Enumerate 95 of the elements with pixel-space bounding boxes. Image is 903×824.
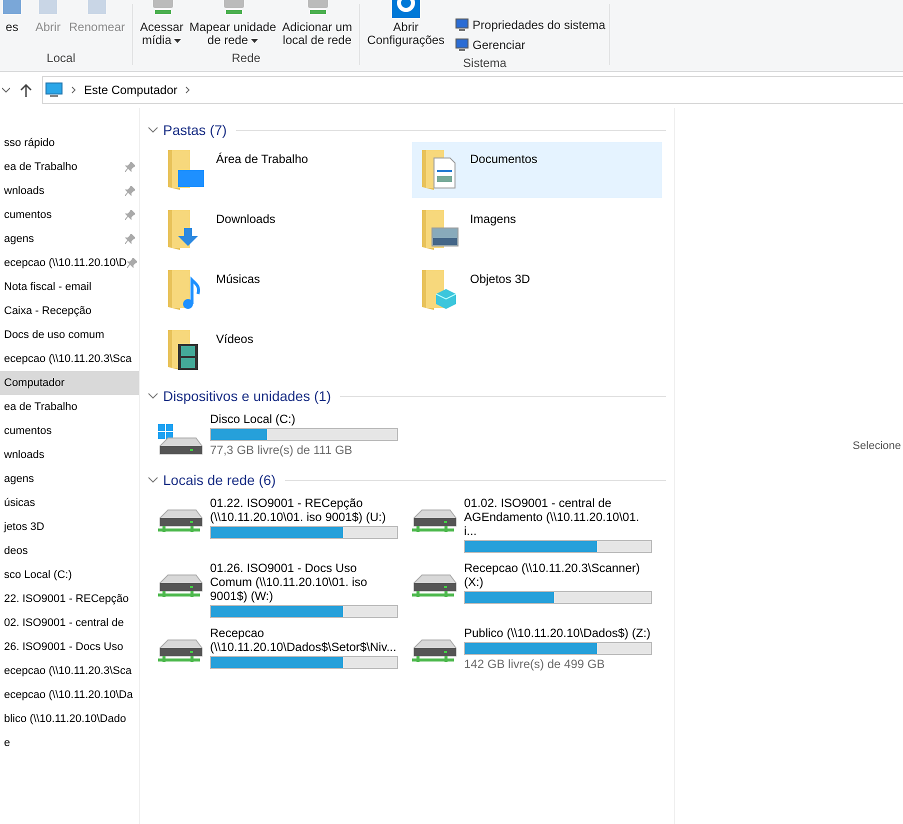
nav-item[interactable]: ecepcao (\\10.11.20.10\D — [0, 251, 139, 275]
ribbon-button[interactable]: Abrir Configurações — [364, 0, 448, 47]
nav-item[interactable]: Nota fiscal - email — [0, 275, 139, 299]
nav-item[interactable]: blico (\\10.11.20.10\Dado — [0, 707, 139, 731]
free-space-text: 142 GB livre(s) de 499 GB — [464, 657, 606, 671]
nav-item[interactable]: ea de Trabalho — [0, 395, 139, 419]
ribbon-button[interactable]: Adicionar um local de rede — [279, 0, 356, 47]
drive-tile[interactable]: Publico (\\10.11.20.10\Dados$) (Z:) 142 GB livre(s) de 499 GB — [412, 622, 662, 678]
network-drive-icon — [412, 508, 458, 534]
pin-icon — [125, 186, 135, 196]
folder-name: Área de Trabalho — [216, 152, 308, 166]
drive-name: Recepcao (\\10.11.20.3\Scanner) (X:) — [464, 561, 641, 589]
nav-item[interactable]: e — [0, 731, 139, 755]
ribbon-button[interactable]: Acessar mídia — [137, 0, 186, 47]
folder-tile[interactable]: Área de Trabalho — [158, 142, 412, 198]
nav-item[interactable]: ecepcao (\\10.11.20.10\Da — [0, 683, 139, 707]
monitor-icon — [454, 18, 470, 32]
section-title[interactable]: Pastas (7) — [163, 122, 227, 138]
nav-item[interactable]: sso rápido — [0, 131, 139, 155]
network-drive-icon — [158, 573, 204, 599]
ribbon-group-label: Local — [46, 51, 76, 65]
nav-item[interactable]: deos — [0, 539, 139, 563]
network-drive-icon — [412, 638, 458, 664]
drive-tile[interactable]: 01.02. ISO9001 - central de AGEndamento (\\10.11.20.10\01. i... — [412, 492, 662, 555]
nav-item[interactable]: sco Local (C:) — [0, 563, 139, 587]
drive-tile[interactable]: Disco Local (C:) 77,3 GB livre(s) de 111 GB — [158, 408, 412, 464]
section-title[interactable]: Locais de rede (6) — [163, 472, 276, 488]
drive-tile[interactable]: 01.22. ISO9001 - RECepção (\\10.11.20.10\01. iso 9001$) (U:) — [158, 492, 412, 555]
breadcrumb[interactable]: Este Computador — [84, 83, 178, 97]
nav-item[interactable]: jetos 3D — [0, 515, 139, 539]
chevron-right-icon — [71, 86, 76, 94]
address-bar[interactable]: Este Computador — [42, 76, 903, 104]
folder-tile[interactable]: Vídeos — [158, 322, 412, 378]
network-drive-icon — [158, 638, 204, 664]
monitor-icon — [454, 38, 470, 52]
folder-tile[interactable]: Objetos 3D — [412, 262, 662, 318]
chevron-down-icon[interactable] — [148, 477, 158, 483]
folder-tile[interactable]: Documentos — [412, 142, 662, 198]
chevron-down-icon[interactable] — [148, 393, 158, 399]
nav-item[interactable]: Caixa - Recepção — [0, 299, 139, 323]
nav-item[interactable]: 02. ISO9001 - central de — [0, 611, 139, 635]
network-drive-icon — [158, 508, 204, 534]
folder-name: Objetos 3D — [470, 272, 530, 286]
folder-tile[interactable]: Downloads — [158, 202, 412, 258]
drive-tile[interactable]: 01.26. ISO9001 - Docs Uso Comum (\\10.11.20.10\01. iso 9001$) (W:) — [158, 557, 412, 620]
folder-name: Documentos — [470, 152, 538, 166]
folder-name: Vídeos — [216, 332, 254, 346]
folder-name: Músicas — [216, 272, 260, 286]
nav-item[interactable]: Docs de uso comum — [0, 323, 139, 347]
folder-name: Imagens — [470, 212, 516, 226]
nav-item[interactable]: Computador — [0, 371, 139, 395]
drive-name: Disco Local (C:) — [210, 412, 296, 426]
drive-tile[interactable]: Recepcao (\\10.11.20.3\Scanner) (X:) — [412, 557, 662, 620]
up-arrow-icon[interactable] — [20, 84, 32, 96]
nav-item[interactable]: ea de Trabalho — [0, 155, 139, 179]
pin-icon — [125, 162, 135, 172]
folder-name: Downloads — [216, 212, 276, 226]
ribbon-group-label: Rede — [232, 51, 260, 65]
nav-item[interactable]: 26. ISO9001 - Docs Uso — [0, 635, 139, 659]
nav-item[interactable]: agens — [0, 227, 139, 251]
caret-icon — [174, 38, 182, 42]
details-hint: Selecione — [852, 440, 901, 452]
pin-icon — [125, 210, 135, 220]
caret-icon — [251, 38, 258, 42]
free-space-text: 77,3 GB livre(s) de 111 GB — [210, 443, 354, 457]
chevron-down-icon[interactable] — [148, 127, 158, 133]
drive-name: Recepcao (\\10.11.20.10\Dados$\Setor$\Niv... — [210, 626, 398, 654]
section-title[interactable]: Dispositivos e unidades (1) — [163, 388, 332, 404]
nav-item[interactable]: ecepcao (\\10.11.20.3\Sca — [0, 347, 139, 371]
ribbon-group-label: Sistema — [463, 56, 506, 70]
ribbon-button[interactable]: Mapear unidade de rede — [186, 0, 280, 47]
ribbon-button[interactable]: es — [0, 0, 30, 34]
chevron-down-icon[interactable] — [2, 87, 10, 93]
nav-item[interactable]: wnloads — [0, 179, 139, 203]
pin-icon — [126, 258, 137, 268]
chevron-right-icon[interactable] — [185, 86, 190, 94]
nav-item[interactable]: agens — [0, 467, 139, 491]
ribbon-small-button[interactable]: Propriedades do sistema — [454, 18, 606, 32]
nav-item[interactable]: wnloads — [0, 443, 139, 467]
drive-name: 01.26. ISO9001 - Docs Uso Comum (\\10.11.20.10\01. iso 9001$) (W:) — [210, 561, 368, 603]
ribbon-small-button[interactable]: Gerenciar — [454, 38, 606, 52]
nav-item[interactable]: cumentos — [0, 203, 139, 227]
nav-item[interactable]: 22. ISO9001 - RECepção — [0, 587, 139, 611]
drive-name: 01.02. ISO9001 - central de AGEndamento (\\10.11.20.10\01. i... — [464, 496, 640, 538]
drive-tile[interactable]: Recepcao (\\10.11.20.10\Dados$\Setor$\Niv... — [158, 622, 412, 678]
drive-name: Publico (\\10.11.20.10\Dados$) (Z:) — [464, 626, 652, 640]
nav-item[interactable]: úsicas — [0, 491, 139, 515]
computer-icon — [45, 82, 63, 98]
folder-tile[interactable]: Imagens — [412, 202, 662, 258]
folder-tile[interactable]: Músicas — [158, 262, 412, 318]
pin-icon — [125, 234, 135, 244]
nav-item[interactable]: ecepcao (\\10.11.20.3\Sca — [0, 659, 139, 683]
network-drive-icon — [412, 573, 458, 599]
drive-name: 01.22. ISO9001 - RECepção (\\10.11.20.10\01. iso 9001$) (U:) — [210, 496, 387, 524]
nav-item[interactable]: cumentos — [0, 419, 139, 443]
